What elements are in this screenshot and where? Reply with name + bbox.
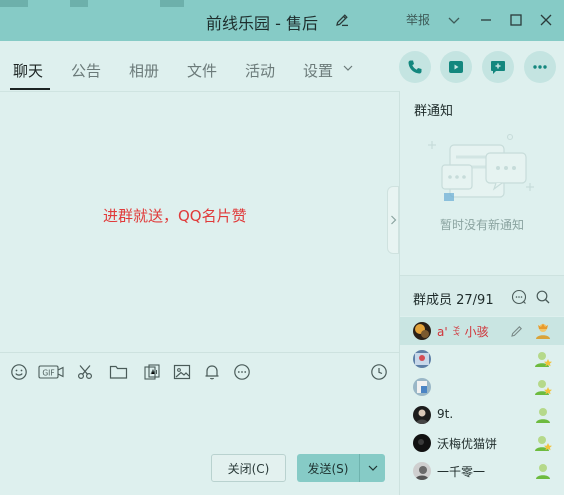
close-button[interactable]: 关闭(C)	[211, 454, 286, 482]
avatar	[413, 462, 431, 480]
collapse-panel-handle[interactable]	[387, 186, 399, 254]
reminder-button[interactable]	[202, 362, 222, 382]
qq-group-chat-window: 前线乐园 - 售后 举报 聊天 公告 相册 文件 活动 设置 进群就送，QQ名片…	[0, 0, 564, 495]
notice-empty-text: 暂时没有新通知	[440, 218, 525, 232]
emoji-button[interactable]	[9, 362, 29, 382]
gif-button[interactable]: GIF	[38, 362, 64, 382]
member-row[interactable]: 沃梅优猫饼	[400, 429, 564, 457]
voice-call-button[interactable]	[399, 51, 431, 83]
empty-notifications-illustration-icon	[428, 133, 534, 201]
members-header: 群成员 27/91	[400, 276, 564, 316]
dropdown-chevron-icon[interactable]	[446, 12, 462, 28]
close-button-label: 关闭(C)	[227, 461, 270, 476]
tab-settings[interactable]: 设置	[303, 60, 333, 81]
toolbar-divider	[0, 352, 399, 353]
title-bar[interactable]: 前线乐园 - 售后 举报	[0, 0, 564, 41]
tab-activities[interactable]: 活动	[245, 60, 275, 81]
active-tab-indicator	[10, 88, 50, 90]
message-plus-icon	[491, 61, 505, 74]
member-name: a' ꉂ 小骇	[437, 325, 489, 339]
title-bar-decoration	[0, 0, 28, 7]
admin-role-icon	[535, 436, 552, 451]
phone-icon	[408, 60, 422, 74]
notice-title: 群通知	[414, 104, 454, 119]
member-name: 一千零一	[437, 465, 486, 479]
send-button-label: 发送(S)	[307, 461, 349, 476]
scissors-icon	[77, 365, 93, 380]
member-row[interactable]	[400, 345, 564, 373]
folder-icon	[109, 365, 127, 379]
svg-text:GIF: GIF	[42, 368, 54, 377]
chat-history-button[interactable]	[369, 362, 389, 382]
minimize-icon[interactable]	[478, 12, 494, 28]
edit-icon[interactable]	[510, 324, 524, 338]
tab-files[interactable]: 文件	[187, 60, 217, 81]
template-icon	[144, 364, 160, 380]
toolbar-more-button[interactable]	[232, 362, 252, 382]
close-icon[interactable]	[538, 12, 554, 28]
title-bar-decoration	[160, 0, 184, 7]
window-title: 前线乐园 - 售后	[206, 14, 318, 33]
chevron-down-icon	[368, 465, 377, 471]
more-icon	[234, 364, 250, 380]
tab-announcements[interactable]: 公告	[71, 60, 101, 81]
group-chat-icon[interactable]	[511, 289, 527, 305]
send-button[interactable]: 发送(S)	[297, 454, 385, 482]
tab-album[interactable]: 相册	[129, 60, 159, 81]
maximize-icon[interactable]	[508, 12, 524, 28]
screenshot-button[interactable]	[75, 362, 95, 382]
report-button[interactable]: 举报	[406, 11, 430, 28]
member-role-icon	[536, 464, 550, 479]
chevron-down-icon[interactable]	[343, 64, 353, 72]
send-file-button[interactable]	[108, 362, 128, 382]
avatar	[413, 406, 431, 424]
gif-icon: GIF	[38, 365, 64, 379]
member-name: 沃梅优猫饼	[437, 437, 498, 451]
history-icon	[371, 364, 387, 380]
new-message-button[interactable]	[482, 51, 514, 83]
avatar	[413, 434, 431, 452]
side-panel: 群通知 暂时没有新通知 群成员 27/91 a' ꉂ 小骇 9t. 沃梅优猫饼 …	[399, 91, 564, 495]
bell-icon	[205, 365, 219, 380]
member-row[interactable]: a' ꉂ 小骇	[400, 317, 564, 345]
avatar	[413, 378, 431, 396]
search-icon[interactable]	[535, 289, 551, 305]
send-image-button[interactable]	[172, 362, 192, 382]
image-icon	[173, 364, 191, 380]
template-button[interactable]	[142, 362, 162, 382]
members-count-title: 群成员 27/91	[413, 293, 494, 308]
admin-role-icon	[535, 352, 552, 367]
member-row[interactable]: 9t.	[400, 401, 564, 429]
chat-announcement: 进群就送，QQ名片赞	[103, 207, 247, 225]
member-role-icon	[536, 408, 550, 423]
title-bar-decoration	[70, 0, 88, 7]
more-actions-button[interactable]	[524, 51, 556, 83]
more-icon	[533, 65, 547, 69]
member-name: 9t.	[437, 407, 454, 421]
video-icon	[449, 61, 463, 73]
owner-role-icon	[536, 323, 550, 339]
video-call-button[interactable]	[440, 51, 472, 83]
edit-title-icon[interactable]	[334, 12, 350, 28]
member-row[interactable]: 一千零一	[400, 457, 564, 485]
admin-role-icon	[535, 380, 552, 395]
send-options-button[interactable]	[360, 464, 385, 472]
tab-chat[interactable]: 聊天	[13, 60, 43, 81]
member-row[interactable]	[400, 373, 564, 401]
chevron-right-icon	[391, 215, 397, 225]
avatar	[413, 322, 431, 340]
avatar	[413, 350, 431, 368]
emoji-icon	[11, 364, 27, 380]
